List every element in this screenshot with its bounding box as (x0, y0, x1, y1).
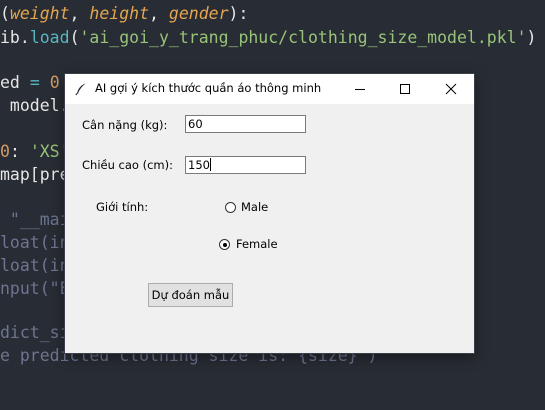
code-line: ib.load('ai_goi_y_trang_phuc/clothing_si… (0, 27, 536, 49)
code-token: , (149, 4, 169, 23)
maximize-icon (400, 84, 410, 94)
gender-label: Giới tính: (96, 200, 149, 214)
code-token: 'ai_goi_y_trang_phuc/clothing_size_model… (79, 28, 527, 47)
radio-male-label[interactable]: Male (241, 200, 268, 214)
code-line: map[pre (0, 164, 70, 186)
code-token: gender (168, 4, 229, 23)
minimize-button[interactable] (337, 74, 383, 104)
window-title: AI gợi ý kích thước quần áo thông minh (95, 81, 322, 95)
title-bar[interactable]: AI gợi ý kích thước quần áo thông minh (65, 74, 474, 104)
code-token: 0 (0, 142, 10, 161)
maximize-button[interactable] (382, 74, 428, 104)
app-window: AI gợi ý kích thước quần áo thông minh C… (65, 74, 474, 353)
code-token: ): (228, 4, 249, 23)
code-token: loat(in (0, 256, 70, 275)
predict-button[interactable]: Dự đoán mẫu (148, 283, 233, 307)
code-line: model. (0, 95, 70, 117)
code-token: ib. (0, 28, 30, 47)
code-line: ed = 0 (0, 72, 60, 94)
code-token: ed (0, 73, 30, 92)
code-token: , (69, 4, 90, 23)
code-token: map[pre (0, 165, 70, 184)
code-line: dict_si (0, 322, 70, 344)
code-token: "__mai (0, 210, 70, 229)
code-line: loat(in (0, 255, 70, 277)
code-line: loat(in (0, 232, 70, 254)
code-token: height (89, 4, 150, 23)
text-caret (209, 158, 211, 171)
code-token: model. (0, 96, 70, 115)
code-token: dict_si (0, 323, 70, 342)
height-label: Chiều cao (cm): (82, 158, 173, 172)
close-icon (445, 83, 457, 95)
code-token: ( (0, 4, 10, 23)
code-token: nput("E (0, 279, 70, 298)
code-line: (weight, height, gender): (0, 3, 248, 25)
code-token: 'XS' (29, 142, 70, 161)
code-line: nput("E (0, 278, 70, 300)
code-line: "__mai (0, 209, 70, 231)
code-token: loat(in (0, 233, 70, 252)
code-token: 0 (49, 73, 60, 92)
radio-female-label[interactable]: Female (236, 237, 278, 251)
code-token: weight (9, 4, 70, 23)
weight-input-value: 60 (188, 117, 203, 131)
radio-selected-dot (222, 242, 227, 247)
close-button[interactable] (428, 74, 474, 104)
code-token: load (29, 28, 70, 47)
radio-male[interactable] (225, 202, 236, 213)
code-token: ( (69, 28, 80, 47)
radio-female[interactable] (219, 239, 230, 250)
code-token: = (29, 73, 40, 92)
minimize-icon (355, 89, 365, 90)
code-token: : (9, 142, 30, 161)
height-input-value: 150 (188, 158, 210, 172)
weight-input[interactable]: 60 (185, 115, 306, 133)
weight-label: Cân nặng (kg): (82, 118, 168, 132)
height-input[interactable]: 150 (185, 156, 306, 174)
feather-icon (74, 82, 88, 96)
code-token: ) (526, 28, 537, 47)
code-line: 0: 'XS' (0, 141, 70, 163)
